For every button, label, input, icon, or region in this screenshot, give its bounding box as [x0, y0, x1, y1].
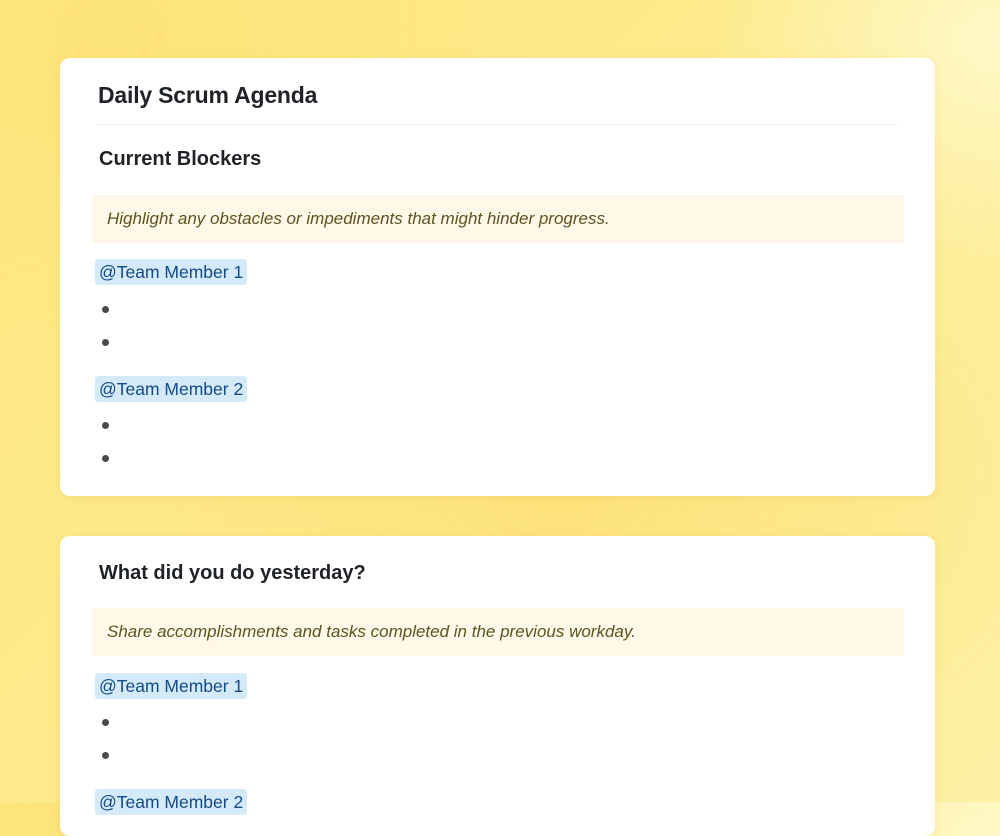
agenda-card-yesterday: What did you do yesterday? Share accompl… — [60, 536, 935, 836]
bullet-point[interactable] — [102, 752, 109, 759]
bullet-point[interactable] — [102, 306, 109, 313]
callout-yesterday[interactable]: Share accomplishments and tasks complete… — [92, 608, 904, 656]
section-heading-blockers: Current Blockers — [99, 148, 262, 170]
section-heading-yesterday: What did you do yesterday? — [99, 562, 366, 584]
title-divider — [98, 124, 897, 125]
callout-text: Highlight any obstacles or impediments t… — [107, 209, 610, 228]
bullet-point[interactable] — [102, 339, 109, 346]
mention-team-member-1[interactable]: @Team Member 1 — [95, 259, 248, 285]
page-title: Daily Scrum Agenda — [98, 82, 318, 108]
mention-team-member-2[interactable]: @Team Member 2 — [95, 789, 248, 815]
bullet-point[interactable] — [102, 422, 109, 429]
bullet-point[interactable] — [102, 455, 109, 462]
bullet-point[interactable] — [102, 719, 109, 726]
mention-team-member-1[interactable]: @Team Member 1 — [95, 673, 248, 699]
callout-text: Share accomplishments and tasks complete… — [107, 622, 636, 641]
mention-team-member-2[interactable]: @Team Member 2 — [95, 376, 248, 402]
agenda-card-blockers: Daily Scrum Agenda Current Blockers High… — [60, 58, 935, 496]
callout-blockers[interactable]: Highlight any obstacles or impediments t… — [92, 195, 904, 243]
